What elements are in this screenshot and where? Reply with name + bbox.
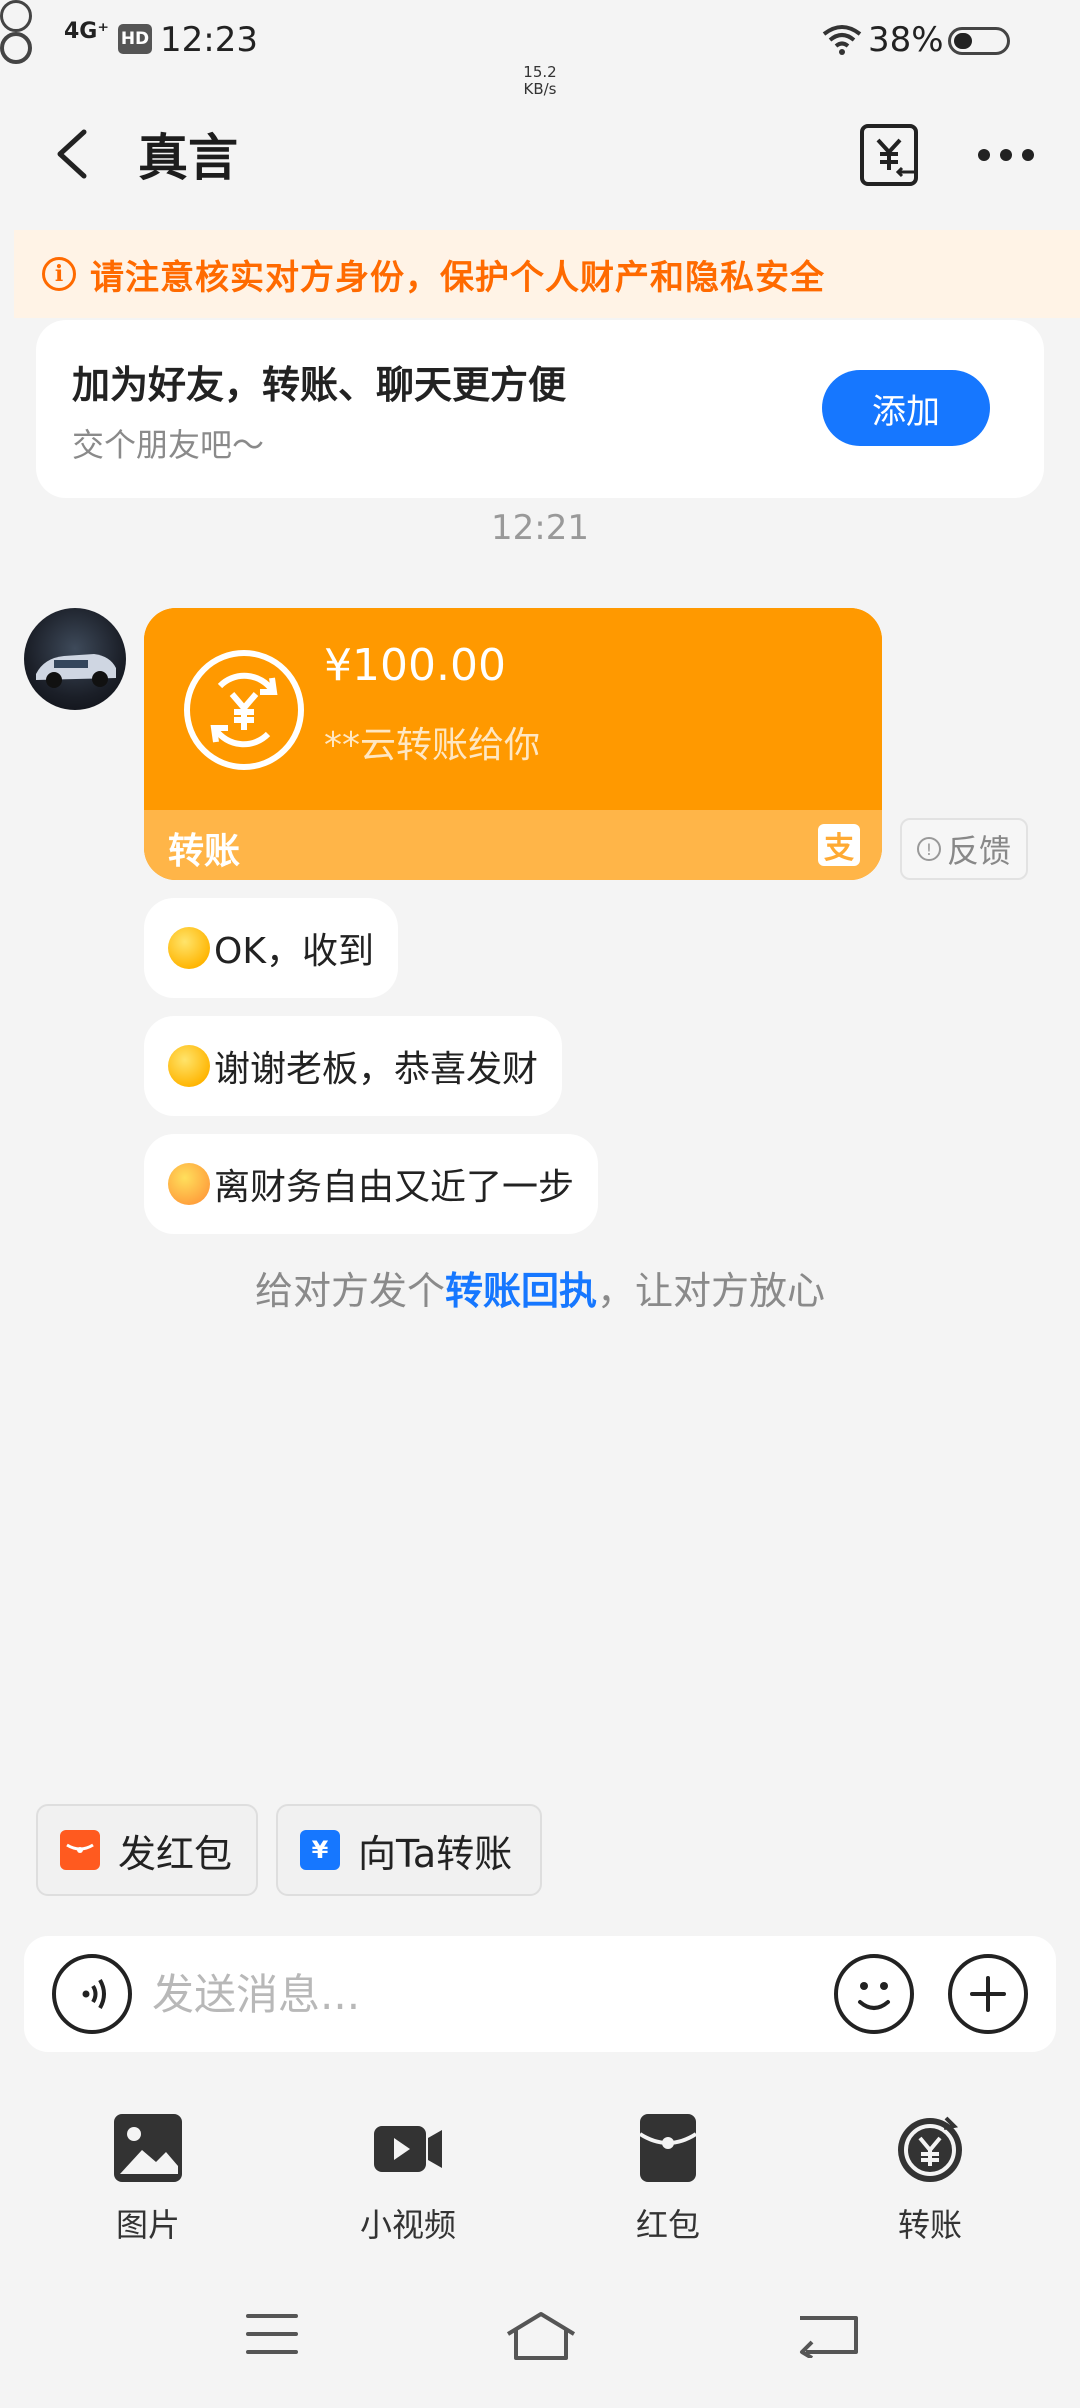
feedback-label: 反馈 bbox=[946, 832, 1011, 870]
tool-label: 转账 bbox=[897, 2206, 962, 2244]
message-text: 离财务自由又近了一步 bbox=[214, 1167, 575, 1208]
avatar-car-image bbox=[36, 654, 116, 688]
blushing-face-emoji-icon bbox=[168, 1045, 210, 1087]
info-icon: i bbox=[42, 257, 76, 291]
message-text: OK，收到 bbox=[214, 931, 374, 972]
status-time: 12:23 bbox=[160, 20, 258, 60]
home-nav-icon[interactable] bbox=[504, 2310, 578, 2362]
tool-transfer[interactable]: 转账 bbox=[840, 2112, 1020, 2252]
add-friend-card: 加为好友，转账、聊天更方便 交个朋友吧～ 添加 bbox=[36, 320, 1044, 498]
back-nav-icon[interactable] bbox=[796, 2310, 860, 2358]
transfer-card-footer: 转账 支 bbox=[144, 810, 882, 880]
network-speed: 15.2 KB/s bbox=[0, 64, 1080, 98]
message-input[interactable] bbox=[152, 1960, 812, 2028]
receipt-hint-suffix: ，让对方放心 bbox=[597, 1269, 826, 1313]
warning-text: 请注意核实对方身份，保护个人财产和隐私安全 bbox=[90, 257, 825, 298]
transfer-icon bbox=[898, 2116, 962, 2182]
transfer-message-card[interactable]: ¥100.00 **云转账给你 转账 支 bbox=[144, 608, 882, 880]
alarm-icon bbox=[0, 32, 32, 64]
tool-label: 图片 bbox=[115, 2206, 180, 2244]
ok-hand-emoji-icon bbox=[168, 927, 210, 969]
transfer-description: **云转账给你 bbox=[324, 725, 541, 766]
speed-unit: KB/s bbox=[523, 80, 557, 98]
plus-icon[interactable] bbox=[948, 1954, 1028, 2034]
transfer-amount: ¥100.00 bbox=[324, 640, 506, 691]
message-timestamp: 12:21 bbox=[491, 508, 589, 548]
transfer-record-icon[interactable] bbox=[858, 122, 920, 188]
tool-red-packet[interactable]: 红包 bbox=[578, 2112, 758, 2252]
app-notification-icon bbox=[0, 0, 32, 32]
alipay-logo-icon: 支 bbox=[818, 824, 860, 866]
page-title: 真言 bbox=[138, 129, 238, 187]
message-bubble[interactable]: OK，收到 bbox=[144, 898, 398, 998]
image-icon bbox=[114, 2114, 182, 2182]
security-warning-banner: i 请注意核实对方身份，保护个人财产和隐私安全 bbox=[14, 230, 1080, 318]
battery-icon bbox=[948, 27, 1010, 55]
add-friend-subtitle: 交个朋友吧～ bbox=[72, 426, 265, 464]
back-arrow-icon[interactable] bbox=[46, 124, 106, 184]
message-bubble[interactable]: 离财务自由又近了一步 bbox=[144, 1134, 599, 1234]
add-friend-title: 加为好友，转账、聊天更方便 bbox=[72, 363, 567, 407]
transfer-label: 转账 bbox=[168, 831, 241, 872]
more-options-icon[interactable] bbox=[976, 140, 1036, 170]
message-bubble[interactable]: 谢谢老板，恭喜发财 bbox=[144, 1016, 563, 1116]
transfer-yuan-icon bbox=[184, 650, 304, 770]
transfer-yuan-icon: ¥ bbox=[300, 1830, 340, 1870]
status-bar: 4G⁺ HD 12:23 15.2 KB/s 38% bbox=[0, 0, 1080, 98]
speed-value: 15.2 bbox=[523, 63, 557, 81]
send-red-packet-label: 发红包 bbox=[118, 1831, 233, 1876]
add-friend-button[interactable]: 添加 bbox=[822, 370, 990, 446]
tool-label: 小视频 bbox=[359, 2206, 456, 2244]
transfer-receipt-hint: 给对方发个转账回执，让对方放心 bbox=[0, 1260, 1080, 1315]
menu-nav-icon[interactable] bbox=[244, 2310, 300, 2358]
avatar[interactable] bbox=[24, 608, 126, 710]
battery-percent: 38% bbox=[868, 20, 944, 60]
transfer-to-them-label: 向Ta转账 bbox=[358, 1831, 513, 1876]
message-text: 谢谢老板，恭喜发财 bbox=[214, 1049, 539, 1090]
emoji-icon[interactable] bbox=[834, 1954, 914, 2034]
tool-video[interactable]: 小视频 bbox=[318, 2112, 498, 2252]
tool-label: 红包 bbox=[635, 2206, 700, 2244]
transfer-card-top: ¥100.00 **云转账给你 bbox=[144, 608, 882, 810]
info-icon: ! bbox=[916, 837, 941, 861]
receipt-hint-prefix: 给对方发个 bbox=[254, 1269, 445, 1313]
red-packet-icon bbox=[60, 1830, 100, 1870]
transfer-to-them-button[interactable]: ¥ 向Ta转账 bbox=[276, 1804, 542, 1896]
red-packet-icon bbox=[638, 2114, 698, 2182]
hd-badge: HD bbox=[118, 24, 152, 54]
voice-input-icon[interactable] bbox=[52, 1954, 132, 2034]
network-indicator: 4G⁺ bbox=[64, 19, 109, 44]
feedback-button[interactable]: ! 反馈 bbox=[900, 818, 1028, 880]
star-struck-emoji-icon bbox=[168, 1163, 210, 1205]
video-icon bbox=[374, 2126, 442, 2172]
tool-image[interactable]: 图片 bbox=[58, 2112, 238, 2252]
send-red-packet-button[interactable]: 发红包 bbox=[36, 1804, 258, 1896]
transfer-receipt-link[interactable]: 转账回执 bbox=[445, 1269, 597, 1313]
message-input-bar bbox=[24, 1936, 1056, 2052]
wifi-icon bbox=[822, 25, 862, 55]
